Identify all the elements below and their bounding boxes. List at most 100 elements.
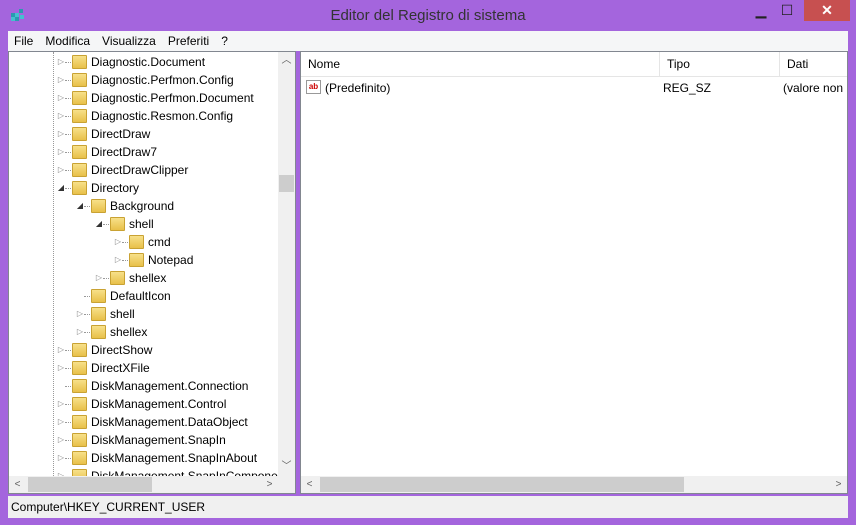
folder-icon (91, 199, 106, 213)
tree-item-label: Diagnostic.Perfmon.Config (91, 73, 234, 87)
tree-item[interactable]: ▷ Diagnostic.Resmon.Config (9, 107, 278, 125)
value-name[interactable]: (Predefinito) (325, 79, 390, 97)
expand-arrow-icon[interactable]: ▷ (56, 341, 66, 359)
tree-item-label: Diagnostic.Resmon.Config (91, 109, 234, 123)
scroll-down-icon[interactable]: ﹀ (278, 458, 295, 475)
tree-hscroll-thumb[interactable] (28, 477, 152, 492)
column-header-dati[interactable]: Dati (780, 52, 847, 77)
tree-item[interactable]: ▷ DiskManagement.SnapInAbout (9, 449, 278, 467)
expand-arrow-icon[interactable]: ▷ (56, 143, 66, 161)
folder-icon (91, 307, 106, 321)
tree-vertical-scrollbar[interactable]: ︿ ﹀ (278, 52, 295, 476)
folder-icon (72, 145, 87, 159)
collapse-arrow-icon[interactable]: ◢ (56, 179, 66, 197)
tree-item-label: shellex (129, 271, 167, 285)
folder-icon (91, 289, 106, 303)
tree-item[interactable]: DiskManagement.Connection (9, 377, 278, 395)
tree-item-label: DiskManagement.DataObject (91, 415, 248, 429)
folder-icon (72, 361, 87, 375)
folder-icon (72, 109, 87, 123)
expand-arrow-icon[interactable]: ▷ (94, 269, 104, 287)
registry-tree[interactable]: ▷ Diagnostic.Document ▷ Diagnostic.Perfmon.… (8, 51, 296, 494)
tree-item-label: Directory (91, 181, 140, 195)
scroll-right-icon[interactable]: > (830, 476, 847, 493)
menu-file[interactable]: File (8, 31, 39, 51)
value-data: (valore non (783, 81, 844, 95)
expand-arrow-icon[interactable]: ▷ (56, 359, 66, 377)
tree-item[interactable]: ▷ Diagnostic.Perfmon.Document (9, 89, 278, 107)
tree-horizontal-scrollbar[interactable]: < > (9, 476, 278, 493)
expand-arrow-icon[interactable]: ▷ (75, 305, 85, 323)
expand-arrow-icon[interactable]: ▷ (56, 449, 66, 467)
expand-arrow-icon[interactable]: ▷ (56, 161, 66, 179)
menu-bar: File Modifica Visualizza Preferiti? (8, 31, 848, 51)
tree-item[interactable]: DefaultIcon (9, 287, 278, 305)
maximize-button[interactable]: ☐ (774, 0, 800, 21)
tree-item-label: DirectShow (91, 343, 153, 357)
tree-item-label: DirectDrawClipper (91, 163, 189, 177)
folder-icon (110, 271, 125, 285)
tree-item[interactable]: ▷ DirectDrawClipper (9, 161, 278, 179)
tree-item[interactable]: ▷ shellex (9, 269, 278, 287)
folder-icon (72, 343, 87, 357)
minimize-button[interactable]: ▁ (748, 0, 774, 21)
close-button[interactable]: ✕ (804, 0, 850, 21)
tree-item[interactable]: ▷ DirectDraw7 (9, 143, 278, 161)
expand-arrow-icon[interactable]: ▷ (56, 107, 66, 125)
expand-arrow-icon[interactable]: ▷ (56, 89, 66, 107)
expand-arrow-icon[interactable]: ▷ (56, 431, 66, 449)
scroll-left-icon[interactable]: < (301, 476, 318, 493)
tree-item[interactable]: ▷ Diagnostic.Perfmon.Config (9, 71, 278, 89)
tree-item[interactable]: ▷ DiskManagement.SnapIn (9, 431, 278, 449)
expand-arrow-icon[interactable]: ▷ (75, 323, 85, 341)
scroll-corner (278, 476, 295, 493)
folder-icon (72, 397, 87, 411)
menu-help[interactable]: ? (215, 31, 234, 51)
column-header-nome[interactable]: Nome (301, 52, 660, 77)
menu-preferiti[interactable]: Preferiti (162, 31, 215, 51)
tree-item[interactable]: ◢ shell (9, 215, 278, 233)
tree-item[interactable]: ◢ Directory (9, 179, 278, 197)
tree-item-label: DiskManagement.Connection (91, 379, 249, 393)
tree-item[interactable]: ▷ DirectDraw (9, 125, 278, 143)
tree-item[interactable]: ▷ DirectXFile (9, 359, 278, 377)
collapse-arrow-icon[interactable]: ◢ (94, 215, 104, 233)
values-list[interactable]: Nome Tipo Dati ab (Predefinito) REG_SZ (… (300, 51, 848, 494)
string-value-icon: ab (306, 80, 321, 94)
folder-icon (72, 433, 87, 447)
menu-visualizza[interactable]: Visualizza (96, 31, 162, 51)
tree-item-label: DiskManagement.Control (91, 397, 227, 411)
expand-arrow-icon[interactable]: ▷ (56, 395, 66, 413)
folder-icon (72, 55, 87, 69)
scroll-left-icon[interactable]: < (9, 476, 26, 493)
column-header-tipo[interactable]: Tipo (660, 52, 780, 77)
tree-vscroll-thumb[interactable] (279, 175, 294, 192)
tree-item[interactable]: ▷ Notepad (9, 251, 278, 269)
expand-arrow-icon[interactable]: ▷ (56, 53, 66, 71)
tree-item[interactable]: ◢ Background (9, 197, 278, 215)
tree-item[interactable]: ▷ DirectShow (9, 341, 278, 359)
tree-item[interactable]: ▷ Diagnostic.Document (9, 53, 278, 71)
folder-icon (72, 181, 87, 195)
list-hscroll-thumb[interactable] (320, 477, 684, 492)
menu-modifica[interactable]: Modifica (39, 31, 96, 51)
tree-item-label: shellex (110, 325, 148, 339)
tree-item[interactable]: ▷ DiskManagement.DataObject (9, 413, 278, 431)
tree-item[interactable]: ▷ shellex (9, 323, 278, 341)
scroll-up-icon[interactable]: ︿ (278, 52, 295, 69)
expand-arrow-icon[interactable]: ▷ (56, 125, 66, 143)
expand-arrow-icon[interactable]: ▷ (56, 71, 66, 89)
expand-arrow-icon[interactable]: ▷ (56, 413, 66, 431)
scroll-right-icon[interactable]: > (261, 476, 278, 493)
collapse-arrow-icon[interactable]: ◢ (75, 197, 85, 215)
tree-item[interactable]: ▷ DiskManagement.Control (9, 395, 278, 413)
tree-item-label: Diagnostic.Document (91, 55, 206, 69)
list-horizontal-scrollbar[interactable]: < > (301, 476, 847, 493)
tree-item[interactable]: ▷ cmd (9, 233, 278, 251)
expand-arrow-icon[interactable]: ▷ (113, 233, 123, 251)
tree-item[interactable]: ▷ shell (9, 305, 278, 323)
tree-item-label: cmd (148, 235, 171, 249)
status-bar: Computer\HKEY_CURRENT_USER (8, 496, 848, 518)
expand-arrow-icon[interactable]: ▷ (113, 251, 123, 269)
tree-item-label: Notepad (148, 253, 194, 267)
